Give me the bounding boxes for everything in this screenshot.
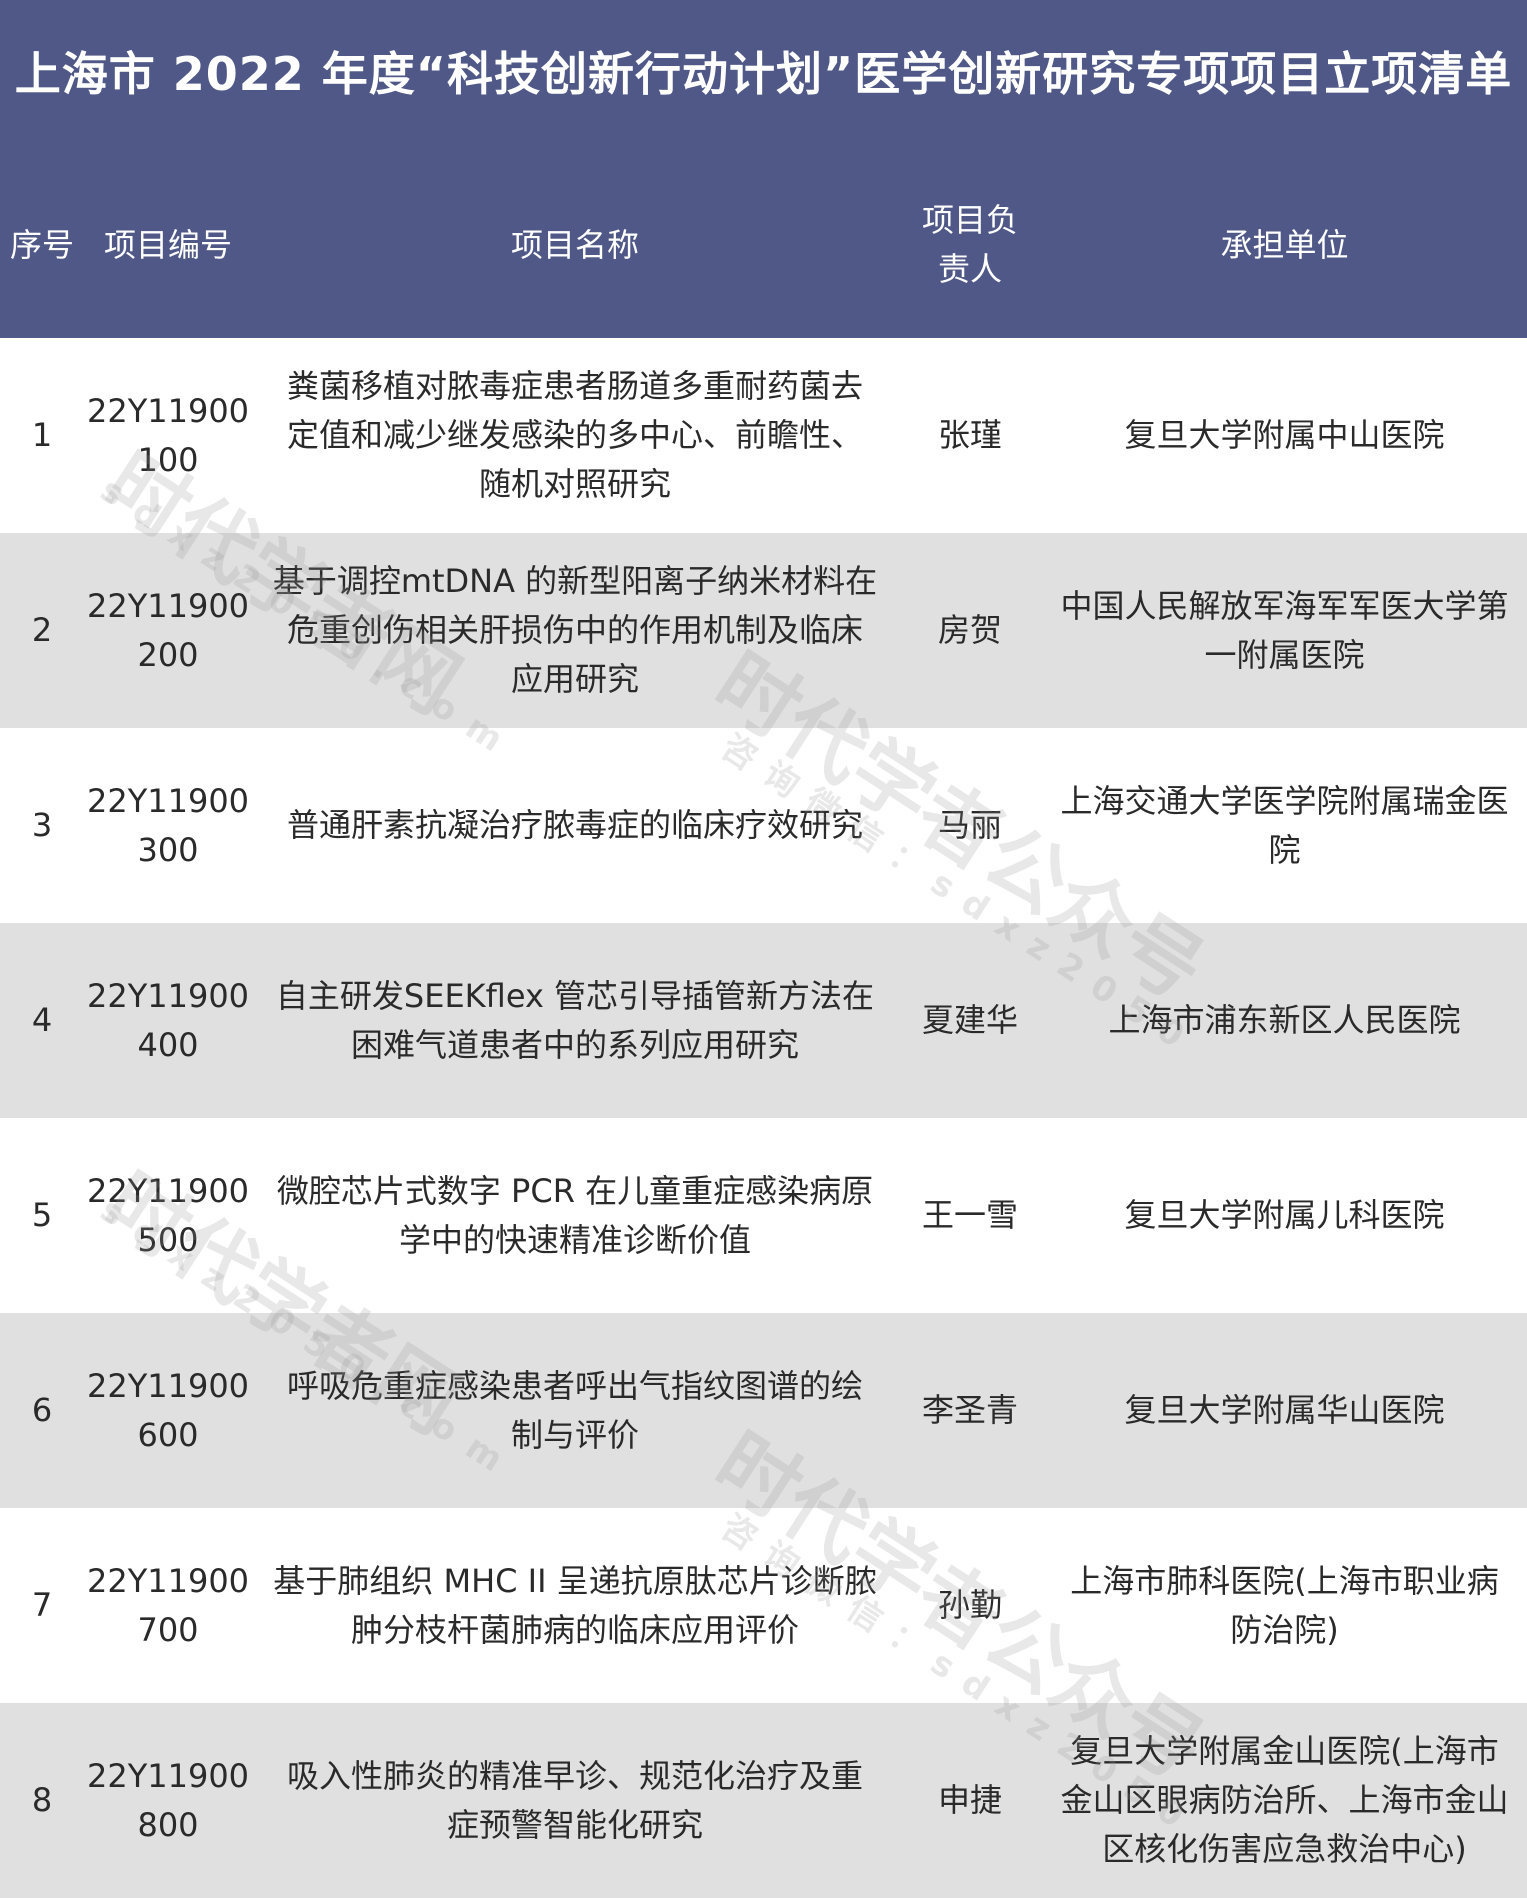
- project-code: 22Y11900 800: [86, 1756, 250, 1844]
- project-name: 基于调控mtDNA 的新型阳离子纳米材料在 危重创伤相关肝损伤中的作用机制及临床…: [272, 562, 878, 698]
- row-index: 2: [31, 611, 53, 649]
- project-code-cell: 22Y11900 300: [84, 728, 252, 923]
- table-row: 8 22Y11900 800 吸入性肺炎的精准早诊、规范化治疗及重 症预警智能化研究…: [0, 1703, 1527, 1898]
- project-leader-cell: 张瑾: [898, 338, 1042, 533]
- project-name-cell: 吸入性肺炎的精准早诊、规范化治疗及重 症预警智能化研究: [252, 1703, 898, 1898]
- column-header-code: 项目编号: [103, 225, 232, 264]
- row-index: 6: [31, 1391, 53, 1429]
- row-index: 5: [31, 1196, 53, 1234]
- host-institution: 复旦大学附属金山医院(上海市 金山区眼病防治所、上海市金山 区核化伤害应急救治中…: [1060, 1732, 1509, 1868]
- host-institution-cell: 复旦大学附属金山医院(上海市 金山区眼病防治所、上海市金山 区核化伤害应急救治中…: [1042, 1703, 1527, 1898]
- host-institution-cell: 中国人民解放军海军军医大学第 一附属医院: [1042, 533, 1527, 728]
- table-row: 5 22Y11900 500 微腔芯片式数字 PCR 在儿童重症感染病原 学中的快速…: [0, 1118, 1527, 1313]
- row-index: 4: [31, 1001, 53, 1039]
- project-code: 22Y11900 300: [86, 781, 250, 869]
- row-index: 3: [31, 806, 53, 844]
- row-index: 1: [31, 416, 53, 454]
- table-header-band: 上海市 2022 年度“科技创新行动计划”医学创新研究专项项目立项清单 序号 项…: [0, 0, 1527, 338]
- project-code-cell: 22Y11900 400: [84, 923, 252, 1118]
- row-index-cell: 2: [0, 533, 84, 728]
- project-name-cell: 微腔芯片式数字 PCR 在儿童重症感染病原 学中的快速精准诊断价值: [252, 1118, 898, 1313]
- project-leader-cell: 孙勤: [898, 1508, 1042, 1703]
- project-leader-cell: 王一雪: [898, 1118, 1042, 1313]
- project-leader: 李圣青: [921, 1391, 1018, 1429]
- row-index-cell: 6: [0, 1313, 84, 1508]
- project-name-cell: 自主研发SEEKflex 管芯引导插管新方法在 困难气道患者中的系列应用研究: [252, 923, 898, 1118]
- project-leader-cell: 李圣青: [898, 1313, 1042, 1508]
- project-name-cell: 呼吸危重症感染患者呼出气指纹图谱的绘 制与评价: [252, 1313, 898, 1508]
- project-code-cell: 22Y11900 700: [84, 1508, 252, 1703]
- row-index-cell: 8: [0, 1703, 84, 1898]
- project-name: 微腔芯片式数字 PCR 在儿童重症感染病原 学中的快速精准诊断价值: [276, 1171, 874, 1259]
- project-name: 普通肝素抗凝治疗脓毒症的临床疗效研究: [286, 806, 863, 844]
- project-code-cell: 22Y11900 100: [84, 338, 252, 533]
- project-leader: 王一雪: [921, 1196, 1018, 1234]
- project-code-cell: 22Y11900 600: [84, 1313, 252, 1508]
- host-institution: 上海交通大学医学院附属瑞金医 院: [1060, 781, 1509, 869]
- table-row: 1 22Y11900 100 粪菌移植对脓毒症患者肠道多重耐药菌去 定值和减少继发感…: [0, 338, 1527, 533]
- project-name-cell: 粪菌移植对脓毒症患者肠道多重耐药菌去 定值和减少继发感染的多中心、前瞻性、 随机…: [252, 338, 898, 533]
- project-code: 22Y11900 500: [86, 1171, 250, 1259]
- project-code: 22Y11900 200: [86, 586, 250, 674]
- host-institution-cell: 上海市浦东新区人民医院: [1042, 923, 1527, 1118]
- host-institution: 复旦大学附属儿科医院: [1124, 1196, 1445, 1234]
- project-leader: 张瑾: [937, 416, 1002, 454]
- column-header-name: 项目名称: [510, 225, 639, 264]
- row-index: 8: [31, 1781, 53, 1819]
- host-institution-cell: 复旦大学附属中山医院: [1042, 338, 1527, 533]
- project-leader-cell: 申捷: [898, 1703, 1042, 1898]
- row-index-cell: 5: [0, 1118, 84, 1313]
- project-code-cell: 22Y11900 500: [84, 1118, 252, 1313]
- column-header-index: 序号: [9, 225, 74, 264]
- project-leader: 马丽: [937, 806, 1002, 844]
- project-leader: 孙勤: [937, 1586, 1002, 1624]
- table-row: 6 22Y11900 600 呼吸危重症感染患者呼出气指纹图谱的绘 制与评价 李圣青 复…: [0, 1313, 1527, 1508]
- host-institution-cell: 复旦大学附属华山医院: [1042, 1313, 1527, 1508]
- project-name-cell: 基于调控mtDNA 的新型阳离子纳米材料在 危重创伤相关肝损伤中的作用机制及临床…: [252, 533, 898, 728]
- project-code: 22Y11900 100: [86, 391, 250, 479]
- host-institution: 中国人民解放军海军军医大学第 一附属医院: [1060, 586, 1509, 674]
- page-title: 上海市 2022 年度“科技创新行动计划”医学创新研究专项项目立项清单: [14, 47, 1513, 101]
- project-name: 自主研发SEEKflex 管芯引导插管新方法在 困难气道患者中的系列应用研究: [275, 976, 875, 1064]
- host-institution: 复旦大学附属华山医院: [1124, 1391, 1445, 1429]
- host-institution-cell: 复旦大学附属儿科医院: [1042, 1118, 1527, 1313]
- project-leader: 夏建华: [921, 1001, 1018, 1039]
- project-leader-cell: 夏建华: [898, 923, 1042, 1118]
- project-leader: 申捷: [937, 1781, 1002, 1819]
- project-name-cell: 普通肝素抗凝治疗脓毒症的临床疗效研究: [252, 728, 898, 923]
- project-leader-cell: 房贺: [898, 533, 1042, 728]
- row-index-cell: 1: [0, 338, 84, 533]
- table-row: 3 22Y11900 300 普通肝素抗凝治疗脓毒症的临床疗效研究 马丽 上海交通大学医…: [0, 728, 1527, 923]
- project-name-cell: 基于肺组织 MHC II 呈递抗原肽芯片诊断脓 肿分枝杆菌肺病的临床应用评价: [252, 1508, 898, 1703]
- project-name: 基于肺组织 MHC II 呈递抗原肽芯片诊断脓 肿分枝杆菌肺病的临床应用评价: [273, 1561, 877, 1649]
- project-name: 吸入性肺炎的精准早诊、规范化治疗及重 症预警智能化研究: [286, 1756, 863, 1844]
- project-code: 22Y11900 700: [86, 1561, 250, 1649]
- row-index-cell: 4: [0, 923, 84, 1118]
- host-institution-cell: 上海交通大学医学院附属瑞金医 院: [1042, 728, 1527, 923]
- row-index: 7: [31, 1586, 53, 1624]
- table-row: 7 22Y11900 700 基于肺组织 MHC II 呈递抗原肽芯片诊断脓 肿分枝…: [0, 1508, 1527, 1703]
- row-index-cell: 7: [0, 1508, 84, 1703]
- host-institution: 上海市浦东新区人民医院: [1108, 1001, 1461, 1039]
- project-code-cell: 22Y11900 200: [84, 533, 252, 728]
- table-row: 4 22Y11900 400 自主研发SEEKflex 管芯引导插管新方法在 困难气…: [0, 923, 1527, 1118]
- project-name: 呼吸危重症感染患者呼出气指纹图谱的绘 制与评价: [286, 1366, 863, 1454]
- project-code-cell: 22Y11900 800: [84, 1703, 252, 1898]
- project-leader-cell: 马丽: [898, 728, 1042, 923]
- host-institution: 复旦大学附属中山医院: [1124, 416, 1445, 454]
- project-leader: 房贺: [937, 611, 1002, 649]
- table-row: 2 22Y11900 200 基于调控mtDNA 的新型阳离子纳米材料在 危重创伤相…: [0, 533, 1527, 728]
- host-institution-cell: 上海市肺科医院(上海市职业病 防治院): [1042, 1508, 1527, 1703]
- host-institution: 上海市肺科医院(上海市职业病 防治院): [1070, 1561, 1499, 1649]
- project-code: 22Y11900 600: [86, 1366, 250, 1454]
- column-header-unit: 承担单位: [1220, 225, 1349, 264]
- project-name: 粪菌移植对脓毒症患者肠道多重耐药菌去 定值和减少继发感染的多中心、前瞻性、 随机…: [286, 367, 863, 503]
- project-code: 22Y11900 400: [86, 976, 250, 1064]
- row-index-cell: 3: [0, 728, 84, 923]
- column-header-leader: 项目负 责人: [921, 201, 1018, 288]
